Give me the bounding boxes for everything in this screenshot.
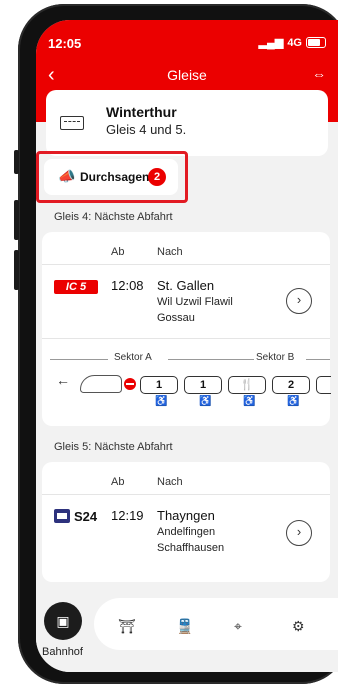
announcements-button[interactable]: 📣 Durchsagen 2 <box>44 159 178 195</box>
locomotive-icon <box>80 375 122 393</box>
wheelchair-icon: ♿ <box>155 396 168 407</box>
row-divider <box>42 338 330 339</box>
battery-icon <box>306 37 326 48</box>
tab-bar: ▣ Bahnhof ⛩ 🚆 ⌖ ⚙ <box>36 594 338 672</box>
station-tab-icon: ▣ <box>56 613 70 629</box>
train-line-s24: S24 <box>74 509 98 524</box>
chevron-right-icon[interactable]: › <box>286 288 312 314</box>
tab-pill: ⛩ 🚆 ⌖ ⚙ <box>94 598 338 650</box>
direction-arrow-icon: ← <box>56 372 70 388</box>
status-bar: 12:05 ▂▄▆ 4G <box>36 20 338 60</box>
megaphone-icon: 📣 <box>58 168 76 184</box>
location-tab-icon[interactable]: ⌖ <box>234 618 242 635</box>
column-nach: Nach <box>157 246 183 258</box>
no-entry-icon <box>124 378 136 390</box>
chevron-right-icon[interactable]: › <box>286 520 312 546</box>
platform-tab-icon[interactable]: ⛩ <box>118 618 136 635</box>
sector-a-label: Sektor A <box>114 352 152 363</box>
page-title: Gleise <box>167 67 207 83</box>
wagon-second-class: 2 <box>272 376 310 394</box>
departure-time: 12:08 <box>111 278 144 293</box>
signal-icon: ▂▄▆ <box>258 37 284 49</box>
column-ab: Ab <box>111 246 125 258</box>
wheelchair-icon: ♿ <box>199 396 212 407</box>
phone-mute-switch <box>14 150 19 174</box>
sector-b-label: Sektor B <box>256 352 295 363</box>
sbb-logo-icon: ⇔ <box>312 66 326 82</box>
platform5-heading: Gleis 5: Nächste Abfahrt <box>54 441 173 453</box>
network-type: 4G <box>287 36 302 49</box>
wagon-first-class: 1 <box>184 376 222 394</box>
station-card: Winterthur Gleis 4 und 5. <box>46 90 328 156</box>
station-sign-icon <box>60 116 84 130</box>
train-badge-ic5: IC 5 <box>54 280 98 294</box>
regional-train-icon <box>54 509 70 523</box>
wagon-restaurant: 🍴 <box>228 376 266 394</box>
station-platforms: Gleis 4 und 5. <box>106 122 187 137</box>
via-stops-2: Gossau <box>157 312 195 324</box>
platform4-heading: Gleis 4: Nächste Abfahrt <box>54 211 173 223</box>
platform4-departure-card: Ab Nach IC 5 12:08 St. Gallen Wil Uzwil … <box>42 232 331 426</box>
station-name: Winterthur <box>106 104 177 120</box>
wheelchair-icon: ♿ <box>243 396 256 407</box>
tab-bahnhof-label: Bahnhof <box>42 646 83 658</box>
destination: St. Gallen <box>157 278 215 293</box>
sector-line <box>168 359 254 360</box>
phone-volume-up <box>14 200 19 240</box>
column-nach: Nach <box>157 476 183 488</box>
tab-bahnhof[interactable]: ▣ <box>44 602 82 640</box>
via-stops-2: Schaffhausen <box>157 542 225 554</box>
header-divider <box>42 264 330 265</box>
settings-tab-icon[interactable]: ⚙ <box>292 618 305 635</box>
destination: Thayngen <box>157 508 215 523</box>
wheelchair-icon: ♿ <box>287 396 300 407</box>
wagon-partial <box>316 376 331 394</box>
status-time: 12:05 <box>48 36 82 51</box>
platform5-departure-card: Ab Nach S24 12:19 Thayngen Andelfingen S… <box>42 462 330 582</box>
train-tab-icon[interactable]: 🚆 <box>176 618 193 635</box>
column-ab: Ab <box>111 476 125 488</box>
status-indicators: ▂▄▆ 4G <box>259 36 326 49</box>
announcements-count-badge: 2 <box>148 168 166 186</box>
sector-labels: Sektor A Sektor B <box>42 352 330 366</box>
phone-volume-down <box>14 250 19 290</box>
sector-line <box>50 359 108 360</box>
via-stops: Andelfingen <box>157 526 216 538</box>
app-screen: 12:05 ▂▄▆ 4G ‹ Gleise ⇔ Winterthur Gleis… <box>36 20 338 672</box>
wagon-first-class: 1 <box>140 376 178 394</box>
via-stops: Wil Uzwil Flawil <box>157 296 233 308</box>
header-divider <box>42 494 330 495</box>
sector-line <box>306 359 330 360</box>
announcements-label: Durchsagen <box>80 170 150 184</box>
departure-time: 12:19 <box>111 508 144 523</box>
